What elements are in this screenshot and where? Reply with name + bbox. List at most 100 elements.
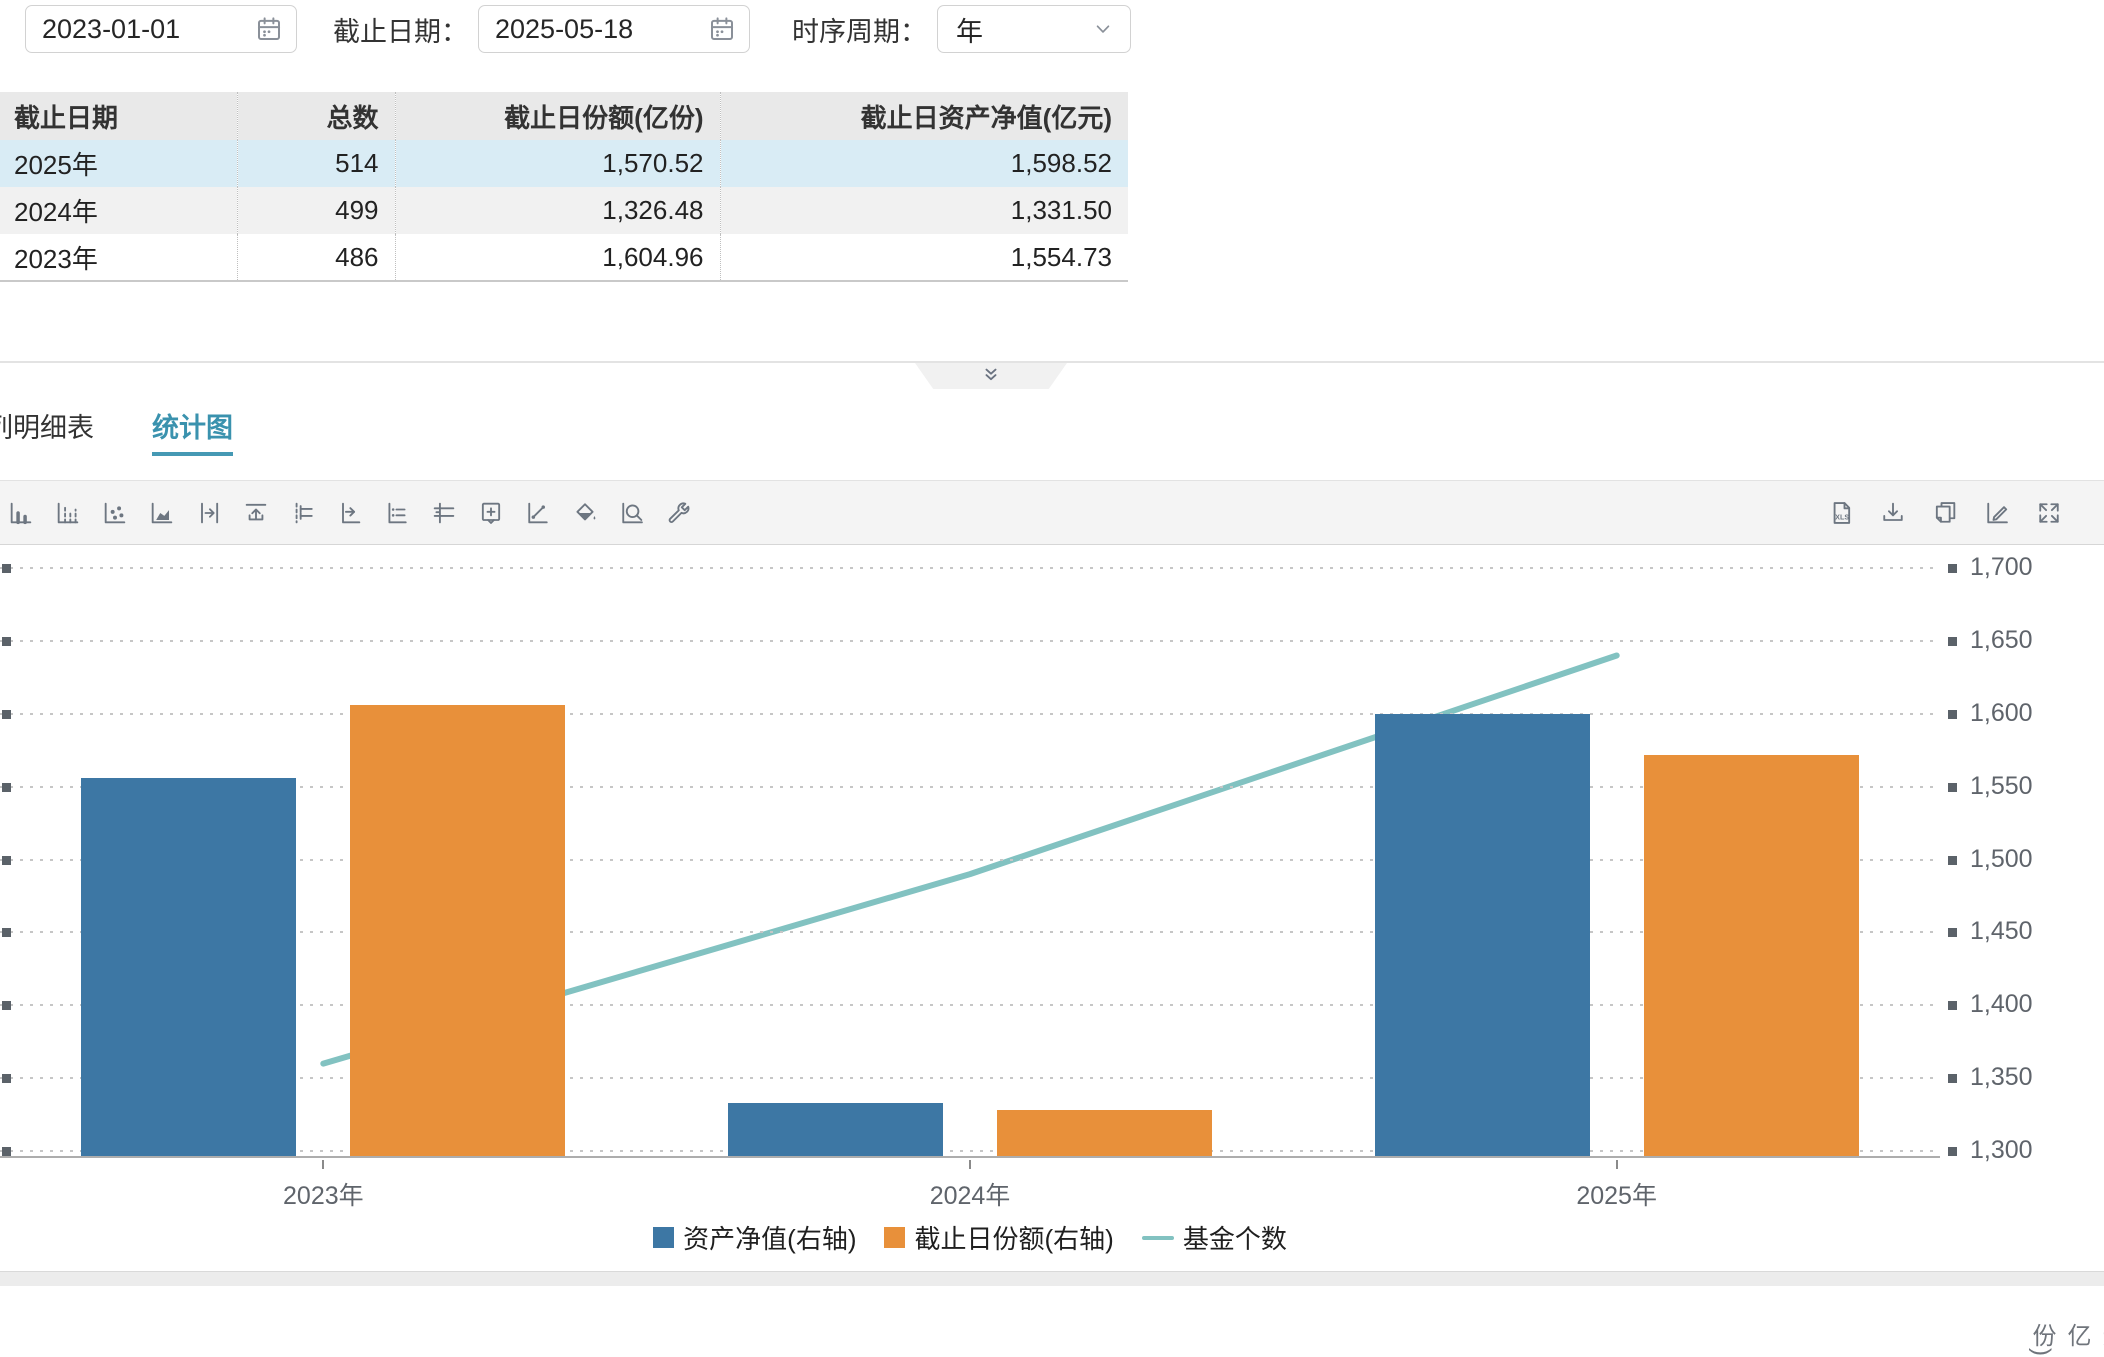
right-axis-label: 1,650 [1970, 626, 2033, 655]
calendar-icon[interactable] [254, 14, 284, 44]
end-date-value[interactable] [495, 14, 707, 45]
bar-截止日份额(右轴)-2023年[interactable] [350, 705, 565, 1156]
legend-list-icon[interactable] [382, 498, 412, 528]
right-axis-label: 1,350 [1970, 1063, 2033, 1092]
end-date-label: 截止日期： [333, 10, 468, 49]
legend-item-资产净值(右轴)[interactable]: 资产净值(右轴) [653, 1219, 856, 1256]
bottom-panel-edge [0, 1271, 2104, 1286]
start-date-input[interactable] [25, 5, 297, 53]
chart-toolbar: XLS [0, 480, 2104, 545]
left-axis-tick [2, 564, 11, 573]
summary-table: 截止日期总数截止日份额(亿份)截止日资产净值(亿元) 2025年5141,570… [0, 92, 1128, 282]
bar-资产净值(右轴)-2024年[interactable] [728, 1103, 943, 1156]
left-axis-tick [2, 783, 11, 792]
left-axis-tick [2, 928, 11, 937]
fullscreen-icon[interactable] [2034, 498, 2064, 528]
svg-text:XLS: XLS [1835, 512, 1849, 521]
left-axis-tick [2, 637, 11, 646]
add-label-icon[interactable] [476, 498, 506, 528]
right-axis-label: 1,400 [1970, 990, 2033, 1019]
zoom-search-icon[interactable] [617, 498, 647, 528]
right-axis-label: 1,300 [1970, 1136, 2033, 1165]
table-row[interactable]: 2023年4861,604.961,554.73 [0, 234, 1128, 281]
right-axis-tick [1948, 928, 1957, 937]
start-date-value[interactable] [42, 14, 254, 45]
x-axis-label: 2025年 [1576, 1176, 1657, 1212]
table-row[interactable]: 2025年5141,570.521,598.52 [0, 140, 1128, 187]
right-axis-tick [1948, 564, 1957, 573]
table-header-row: 截止日期总数截止日份额(亿份)截止日资产净值(亿元) [0, 92, 1128, 140]
table-cell: 1,326.48 [395, 187, 720, 234]
x-axis-label: 2024年 [930, 1176, 1011, 1212]
gridline [0, 640, 1940, 642]
table-cell: 486 [237, 234, 395, 281]
axis-right-arrow-icon[interactable] [194, 498, 224, 528]
right-axis-label: 1,600 [1970, 699, 2033, 728]
axis-left-dashed-icon[interactable] [288, 498, 318, 528]
move-right-icon[interactable] [335, 498, 365, 528]
period-value: 年 [956, 10, 983, 49]
scatter-chart-icon[interactable] [100, 498, 130, 528]
right-axis-title: (亿元/亿份) [2024, 1323, 2104, 1357]
bar-截止日份额(右轴)-2024年[interactable] [997, 1110, 1212, 1156]
tab-statistics-chart[interactable]: 统计图 [152, 392, 233, 472]
grid-rows-icon[interactable] [429, 498, 459, 528]
bar-资产净值(右轴)-2025年[interactable] [1375, 714, 1590, 1156]
table-row[interactable]: 2024年4991,326.481,331.50 [0, 187, 1128, 234]
table-cell: 2024年 [0, 187, 237, 234]
end-date-input[interactable] [478, 5, 750, 53]
right-axis-tick [1948, 1001, 1957, 1010]
right-axis-tick [1948, 1147, 1957, 1156]
left-axis-tick [2, 1074, 11, 1083]
calendar-icon[interactable] [707, 14, 737, 44]
period-select[interactable]: 年 [937, 5, 1131, 53]
table-header-cell: 截止日资产净值(亿元) [720, 92, 1128, 140]
legend-square-marker [653, 1227, 674, 1248]
right-axis-label: 1,700 [1970, 553, 2033, 582]
table-cell: 1,554.73 [720, 234, 1128, 281]
x-axis-tick [1616, 1160, 1618, 1169]
statistics-chart: 1,7001,6501,6001,5501,5001,4501,4001,350… [0, 555, 2104, 1286]
edit-chart-icon[interactable] [1982, 498, 2012, 528]
toolbar-left-group [6, 498, 711, 528]
active-tab-underline [152, 452, 233, 456]
gridline [0, 567, 1940, 569]
export-top-icon[interactable] [241, 498, 271, 528]
plot-area [0, 555, 1940, 1158]
collapse-panel-handle[interactable] [915, 363, 1067, 389]
dashed-bar-chart-icon[interactable] [53, 498, 83, 528]
legend-line-marker [1142, 1236, 1174, 1240]
table-header-cell: 总数 [237, 92, 395, 140]
tab-row: 列明细表 统计图 [0, 392, 2104, 472]
right-axis-label: 1,550 [1970, 772, 2033, 801]
table-header-cell: 截止日份额(亿份) [395, 92, 720, 140]
right-axis-tick [1948, 637, 1957, 646]
bar-截止日份额(右轴)-2025年[interactable] [1644, 755, 1859, 1156]
left-axis-tick [2, 710, 11, 719]
xls-export-icon[interactable]: XLS [1826, 498, 1856, 528]
bar-chart-icon[interactable] [6, 498, 36, 528]
legend-item-基金个数[interactable]: 基金个数 [1142, 1219, 1287, 1256]
copy-chart-icon[interactable] [1930, 498, 1960, 528]
table-cell: 1,331.50 [720, 187, 1128, 234]
legend-square-marker [884, 1227, 905, 1248]
fill-color-icon[interactable] [570, 498, 600, 528]
legend-item-截止日份额(右轴)[interactable]: 截止日份额(右轴) [884, 1219, 1113, 1256]
tab-detail-list[interactable]: 列明细表 [0, 392, 94, 472]
table-cell: 2025年 [0, 140, 237, 187]
settings-wrench-icon[interactable] [664, 498, 694, 528]
right-axis-tick [1948, 783, 1957, 792]
right-axis-tick [1948, 710, 1957, 719]
x-axis-tick [969, 1160, 971, 1169]
period-label: 时序周期： [792, 10, 927, 49]
table-cell: 2023年 [0, 234, 237, 281]
download-icon[interactable] [1878, 498, 1908, 528]
table-cell: 1,598.52 [720, 140, 1128, 187]
bar-资产净值(右轴)-2023年[interactable] [81, 778, 296, 1156]
legend-label: 截止日份额(右轴) [914, 1219, 1113, 1256]
trend-line-icon[interactable] [523, 498, 553, 528]
right-axis-label: 1,450 [1970, 917, 2033, 946]
left-axis-tick [2, 856, 11, 865]
toolbar-right-group: XLS [1804, 498, 2064, 528]
area-chart-icon[interactable] [147, 498, 177, 528]
